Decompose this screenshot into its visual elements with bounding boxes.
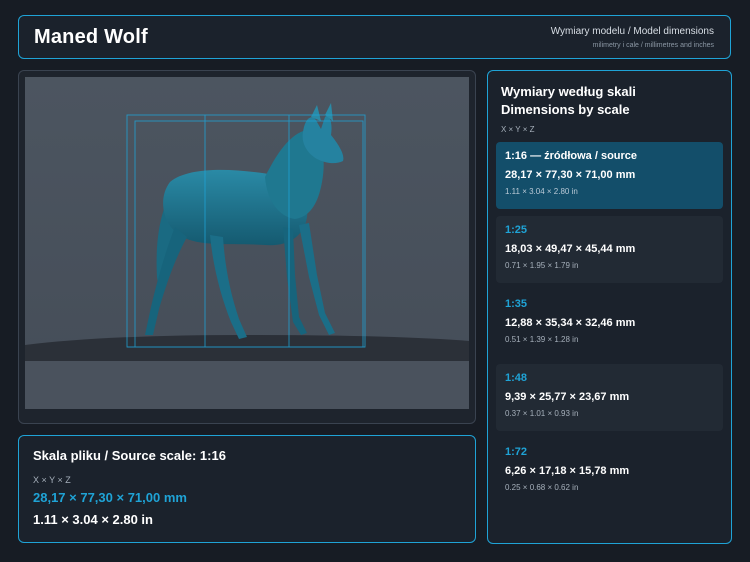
source-scale-mm: 28,17 × 77,30 × 71,00 mm bbox=[33, 490, 187, 505]
scale-inches: 0.25 × 0.68 × 0.62 in bbox=[505, 483, 579, 492]
source-scale-axes: X × Y × Z bbox=[33, 475, 71, 485]
scales-panel: Wymiary według skali Dimensions by scale… bbox=[487, 70, 732, 544]
scale-item-1-25[interactable]: 1:25 18,03 × 49,47 × 45,44 mm 0.71 × 1.9… bbox=[496, 216, 723, 283]
scales-panel-axes: X × Y × Z bbox=[501, 125, 535, 134]
header-subtitle: Wymiary modelu / Model dimensions bbox=[550, 25, 714, 37]
scales-panel-title-en: Dimensions by scale bbox=[501, 102, 630, 117]
scale-label: 1:35 bbox=[505, 298, 528, 310]
scale-inches: 0.51 × 1.39 × 1.28 in bbox=[505, 335, 579, 344]
scale-mm: 9,39 × 25,77 × 23,67 mm bbox=[505, 391, 630, 403]
model-viewer[interactable] bbox=[18, 70, 476, 424]
header-info: Wymiary modelu / Model dimensions milime… bbox=[551, 26, 714, 49]
model-viewport[interactable] bbox=[25, 77, 469, 409]
scale-mm: 28,17 × 77,30 × 71,00 mm bbox=[505, 169, 636, 181]
page-title: Maned Wolf bbox=[34, 25, 148, 48]
scale-mm: 18,03 × 49,47 × 45,44 mm bbox=[505, 243, 636, 255]
scale-inches: 1.11 × 3.04 × 2.80 in bbox=[505, 187, 578, 196]
scale-item-1-16[interactable]: 1:16 — źródłowa / source 28,17 × 77,30 ×… bbox=[496, 142, 723, 209]
scale-inches: 0.71 × 1.95 × 1.79 in bbox=[505, 261, 579, 270]
scale-label: 1:25 bbox=[505, 224, 528, 236]
scale-item-1-48[interactable]: 1:48 9,39 × 25,77 × 23,67 mm 0.37 × 1.01… bbox=[496, 364, 723, 431]
header-bar: Maned Wolf Wymiary modelu / Model dimens… bbox=[18, 15, 731, 59]
scale-list: 1:16 — źródłowa / source 28,17 × 77,30 ×… bbox=[496, 142, 723, 505]
header-caption: milimetry i cale / millimetres and inche… bbox=[592, 41, 714, 49]
scale-label: 1:16 — źródłowa / source bbox=[505, 150, 638, 162]
scale-item-1-72[interactable]: 1:72 6,26 × 17,18 × 15,78 mm 0.25 × 0.68… bbox=[496, 438, 723, 505]
scale-label: 1:48 bbox=[505, 372, 528, 384]
source-scale-card: Skala pliku / Source scale: 1:16 X × Y ×… bbox=[18, 435, 476, 543]
source-scale-inches: 1.11 × 3.04 × 2.80 in bbox=[33, 512, 153, 527]
scale-item-1-35[interactable]: 1:35 12,88 × 35,34 × 32,46 mm 0.51 × 1.3… bbox=[496, 290, 723, 357]
scale-inches: 0.37 × 1.01 × 0.93 in bbox=[505, 409, 579, 418]
scale-mm: 6,26 × 17,18 × 15,78 mm bbox=[505, 465, 630, 477]
floor-plane bbox=[25, 361, 469, 409]
source-scale-title: Skala pliku / Source scale: 1:16 bbox=[33, 448, 226, 463]
scale-label: 1:72 bbox=[505, 446, 528, 458]
scale-mm: 12,88 × 35,34 × 32,46 mm bbox=[505, 317, 636, 329]
scales-panel-title-pl: Wymiary według skali bbox=[501, 84, 636, 99]
